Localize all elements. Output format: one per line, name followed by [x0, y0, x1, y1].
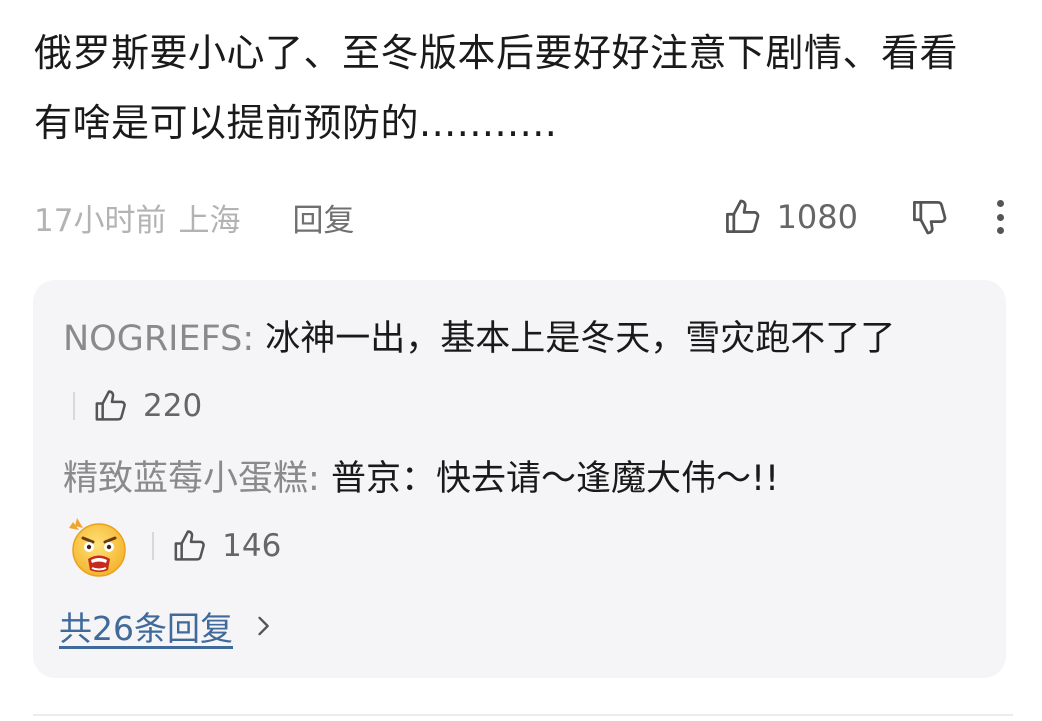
- view-all-replies-link[interactable]: 共26条回复: [59, 602, 277, 650]
- divider: [152, 532, 155, 560]
- thumbs-up-icon: [174, 530, 205, 561]
- comment-text: 俄罗斯要小心了、至冬版本后要好好注意下剧情、看看有啥是可以提前预防的......…: [34, 31, 959, 145]
- reply-author[interactable]: 精致蓝莓小蛋糕: [63, 459, 308, 499]
- comment-card: 俄罗斯要小心了、至冬版本后要好好注意下剧情、看看有啥是可以提前预防的......…: [0, 0, 1042, 721]
- reply-button[interactable]: 回复: [292, 195, 354, 240]
- comment-time: 17小时前: [34, 202, 167, 239]
- view-all-label: 共26条回复: [59, 609, 233, 648]
- divider: [73, 392, 75, 420]
- thumbs-up-icon: [95, 390, 126, 421]
- reply-item[interactable]: 精致蓝莓小蛋糕: 普京：快去请～逢魔大伟～!! 146: [63, 446, 963, 580]
- reply-separator: :: [242, 319, 266, 359]
- reply-like-button[interactable]: 146: [170, 513, 281, 579]
- reply-like-count: 220: [143, 388, 203, 424]
- shocked-face-emoji: [63, 512, 131, 580]
- reply-meta: 220: [73, 373, 202, 439]
- like-button[interactable]: 1080: [721, 195, 858, 239]
- comment-meta-row: 17小时前 上海 回复 1080: [34, 192, 1010, 242]
- reply-separator: :: [308, 459, 331, 499]
- reply-content: 冰神一出，基本上是冬天，雪灾跑不了了: [265, 319, 896, 359]
- reply-author[interactable]: NOGRIEFS: [63, 319, 242, 359]
- chevron-right-icon: [258, 616, 269, 636]
- divider: [33, 714, 1013, 716]
- more-options-icon[interactable]: [990, 195, 1010, 239]
- reply-content: 普京：快去请～逢魔大伟～!!: [330, 459, 780, 499]
- thumbs-down-icon[interactable]: [908, 195, 952, 239]
- like-count: 1080: [776, 198, 858, 236]
- reply-like-count: 146: [222, 528, 282, 564]
- thumbs-up-icon: [725, 199, 759, 234]
- reply-item[interactable]: NOGRIEFS: 冰神一出，基本上是冬天，雪灾跑不了了 220: [63, 306, 963, 439]
- reply-like-button[interactable]: 220: [91, 373, 202, 439]
- comment-location: 上海: [178, 202, 241, 239]
- reply-meta: 146: [152, 513, 281, 579]
- replies-panel: NOGRIEFS: 冰神一出，基本上是冬天，雪灾跑不了了 220 精致蓝莓小蛋糕…: [33, 280, 1006, 678]
